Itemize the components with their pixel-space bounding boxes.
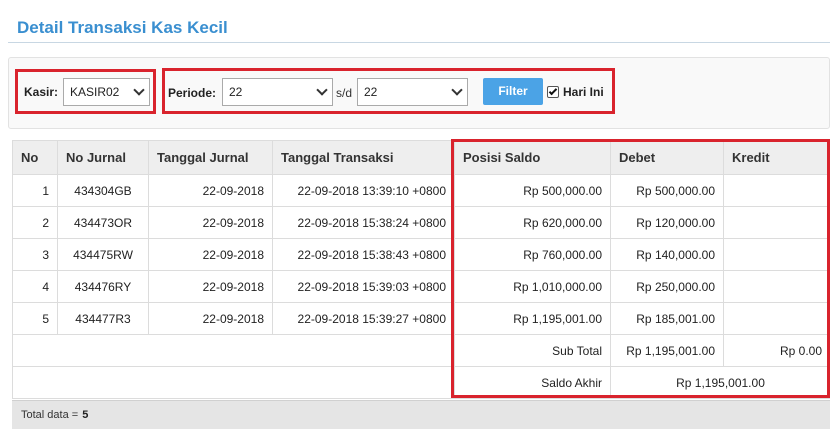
cell-tanggal-jurnal: 22-09-2018	[148, 270, 273, 303]
cell-no: 2	[12, 206, 58, 239]
cell-no-jurnal-link[interactable]: 434475RW	[57, 238, 149, 271]
cell-no: 3	[12, 238, 58, 271]
saldo-columns-highlight-box	[451, 139, 830, 398]
subtotal-spacer	[12, 334, 455, 367]
saldo-akhir-spacer	[12, 366, 455, 399]
cell-tanggal-jurnal: 22-09-2018	[148, 206, 273, 239]
cell-tanggal-transaksi: 22-09-2018 13:39:10 +0800	[272, 174, 455, 207]
header-tanggal-transaksi[interactable]: Tanggal Transaksi	[272, 140, 455, 175]
kasir-highlight-box	[15, 69, 156, 114]
title-divider	[8, 42, 830, 43]
cell-tanggal-transaksi: 22-09-2018 15:38:24 +0800	[272, 206, 455, 239]
cell-no: 4	[12, 270, 58, 303]
cell-tanggal-jurnal: 22-09-2018	[148, 174, 273, 207]
total-data-label: Total data =	[21, 409, 79, 421]
table-footer: Total data = 5	[12, 400, 830, 429]
cell-no-jurnal-link[interactable]: 434473OR	[57, 206, 149, 239]
header-tanggal-jurnal[interactable]: Tanggal Jurnal	[148, 140, 273, 175]
header-no[interactable]: No	[12, 140, 58, 175]
cell-tanggal-jurnal: 22-09-2018	[148, 238, 273, 271]
periode-highlight-box	[162, 68, 615, 114]
cell-no-jurnal-link[interactable]: 434477R3	[57, 302, 149, 335]
cell-no: 1	[12, 174, 58, 207]
cell-no-jurnal-link[interactable]: 434304GB	[57, 174, 149, 207]
total-data-value: 5	[82, 409, 89, 421]
cell-tanggal-transaksi: 22-09-2018 15:38:43 +0800	[272, 238, 455, 271]
page-title: Detail Transaksi Kas Kecil	[17, 18, 228, 37]
cell-no-jurnal-link[interactable]: 434476RY	[57, 270, 149, 303]
cell-no: 5	[12, 302, 58, 335]
cell-tanggal-jurnal: 22-09-2018	[148, 302, 273, 335]
cell-tanggal-transaksi: 22-09-2018 15:39:27 +0800	[272, 302, 455, 335]
header-no-jurnal[interactable]: No Jurnal	[57, 140, 149, 175]
cell-tanggal-transaksi: 22-09-2018 15:39:03 +0800	[272, 270, 455, 303]
